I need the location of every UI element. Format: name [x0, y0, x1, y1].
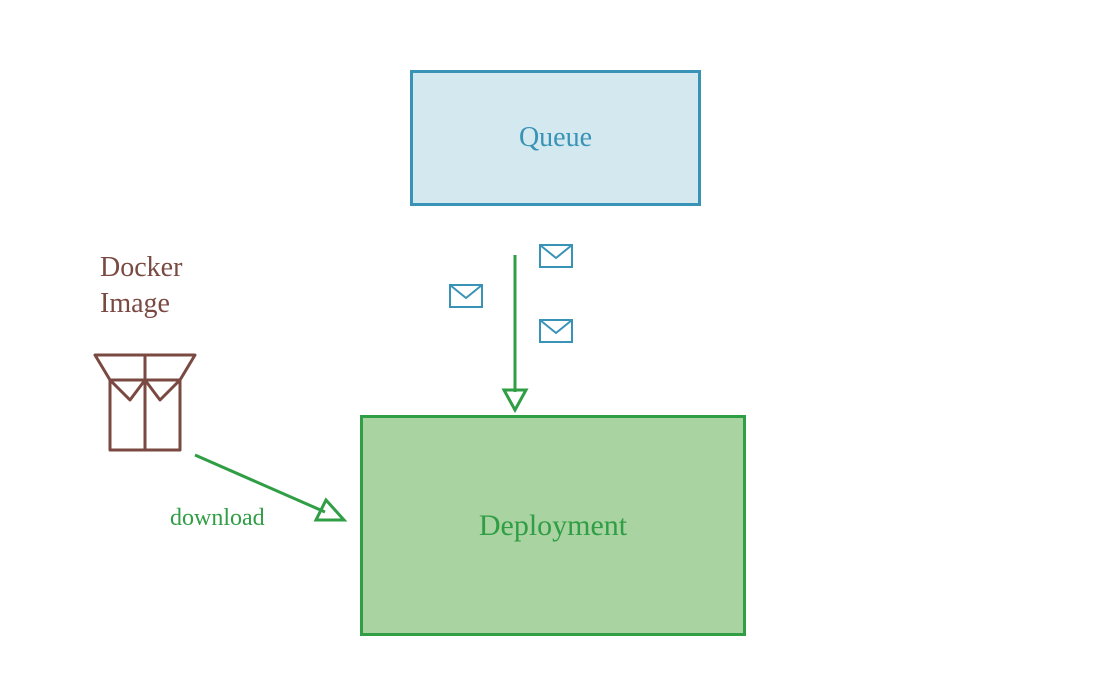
envelope-icon — [540, 245, 572, 267]
deployment-node: Deployment — [360, 415, 746, 636]
envelope-icon — [450, 285, 482, 307]
deployment-label: Deployment — [479, 509, 627, 543]
arrow-queue-to-deployment — [504, 255, 526, 410]
package-icon — [95, 355, 195, 450]
queue-label: Queue — [519, 122, 592, 154]
download-edge-label: download — [170, 505, 265, 532]
docker-image-label-line1: Docker — [100, 250, 182, 286]
docker-image-label-line2: Image — [100, 286, 182, 322]
docker-image-label: Docker Image — [100, 250, 182, 323]
queue-node: Queue — [410, 70, 701, 206]
envelope-icon — [540, 320, 572, 342]
